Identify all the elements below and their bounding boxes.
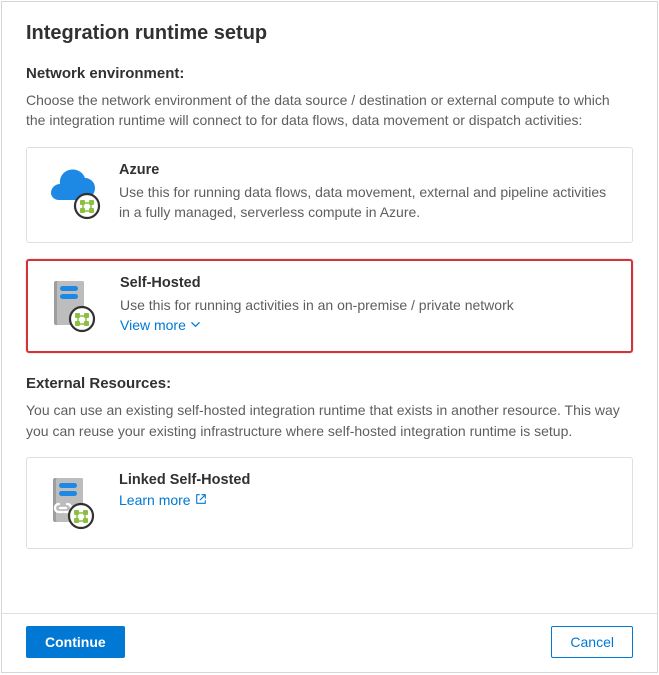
card-linked-content: Linked Self-Hosted Learn more <box>119 472 614 508</box>
card-azure-title: Azure <box>119 162 614 178</box>
card-self-hosted[interactable]: Self-Hosted Use this for running activit… <box>26 259 633 353</box>
footer: Continue Cancel <box>2 613 657 672</box>
continue-button[interactable]: Continue <box>26 626 125 658</box>
chevron-down-icon <box>190 317 201 333</box>
cancel-button[interactable]: Cancel <box>551 626 633 658</box>
card-linked-self-hosted[interactable]: Linked Self-Hosted Learn more <box>26 457 633 549</box>
external-heading: External Resources: <box>26 375 633 392</box>
linked-server-icon <box>45 474 101 530</box>
external-description: You can use an existing self-hosted inte… <box>26 400 633 441</box>
server-icon <box>46 277 102 333</box>
card-azure[interactable]: Azure Use this for running data flows, d… <box>26 147 633 244</box>
network-description: Choose the network environment of the da… <box>26 90 633 131</box>
card-linked-title: Linked Self-Hosted <box>119 472 614 488</box>
card-azure-content: Azure Use this for running data flows, d… <box>119 162 614 225</box>
learn-more-label: Learn more <box>119 492 191 508</box>
card-self-hosted-title: Self-Hosted <box>120 275 613 291</box>
card-self-hosted-description: Use this for running activities in an on… <box>120 295 613 315</box>
external-section: External Resources: You can use an exist… <box>26 375 633 549</box>
external-link-icon <box>195 492 207 508</box>
view-more-label: View more <box>120 317 186 333</box>
setup-panel: Integration runtime setup Network enviro… <box>1 1 658 673</box>
learn-more-link[interactable]: Learn more <box>119 492 207 508</box>
card-self-hosted-content: Self-Hosted Use this for running activit… <box>120 275 613 333</box>
panel-body: Integration runtime setup Network enviro… <box>2 2 657 613</box>
network-heading: Network environment: <box>26 65 633 82</box>
page-title: Integration runtime setup <box>26 22 633 45</box>
cloud-icon <box>45 164 101 220</box>
view-more-link[interactable]: View more <box>120 317 201 333</box>
card-azure-description: Use this for running data flows, data mo… <box>119 182 614 223</box>
